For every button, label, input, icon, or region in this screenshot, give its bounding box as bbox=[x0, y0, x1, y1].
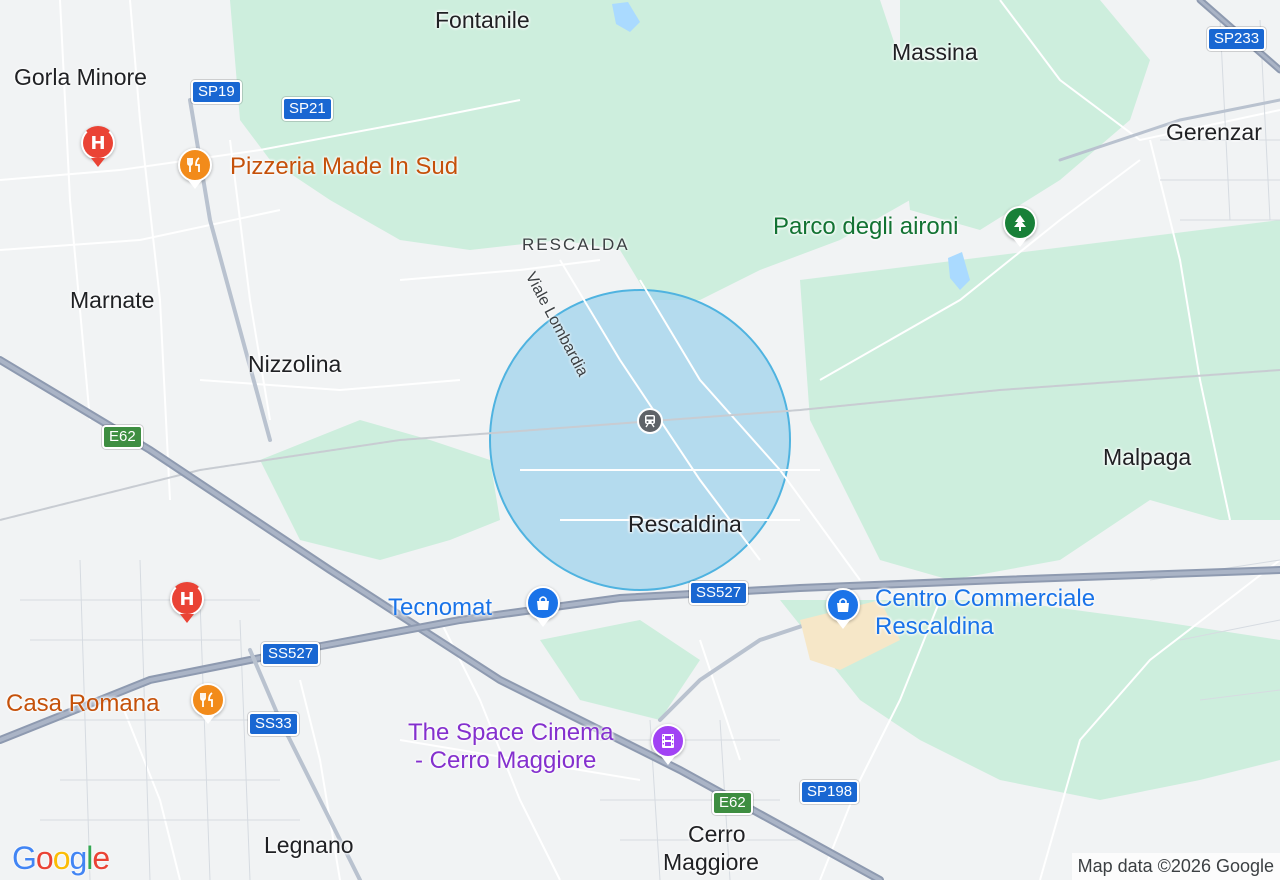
shopping-bag-icon[interactable] bbox=[826, 588, 860, 629]
poi-cinema-label-line2[interactable]: - Cerro Maggiore bbox=[415, 749, 596, 773]
search-radius bbox=[489, 289, 791, 591]
road-shield-e62-west: E62 bbox=[102, 425, 143, 449]
place-marnate: Marnate bbox=[70, 287, 155, 313]
train-station-icon[interactable] bbox=[637, 408, 663, 434]
film-icon[interactable] bbox=[651, 724, 685, 765]
map-base-layer bbox=[0, 0, 1280, 880]
shopping-bag-icon[interactable] bbox=[526, 586, 560, 627]
poi-pizzeria-label[interactable]: Pizzeria Made In Sud bbox=[230, 155, 458, 179]
road-shield-sp198: SP198 bbox=[800, 780, 860, 804]
hospital-icon[interactable]: H bbox=[81, 126, 115, 167]
hospital-icon[interactable]: H bbox=[170, 582, 204, 623]
place-cerro-maggiore-line1: Cerro bbox=[688, 821, 746, 847]
place-gorla-minore: Gorla Minore bbox=[14, 64, 147, 90]
restaurant-icon[interactable] bbox=[191, 683, 225, 724]
place-cerro-maggiore-line2: Maggiore bbox=[663, 849, 759, 875]
place-rescaldina: Rescaldina bbox=[628, 511, 742, 537]
place-massina: Massina bbox=[892, 39, 978, 65]
poi-centro-label-line1[interactable]: Centro Commerciale bbox=[875, 587, 1095, 611]
road-shield-sp19: SP19 bbox=[191, 80, 242, 104]
place-legnano: Legnano bbox=[264, 832, 354, 858]
poi-centro-label-line2[interactable]: Rescaldina bbox=[875, 615, 994, 639]
road-shield-ss527-west: SS527 bbox=[261, 642, 321, 666]
google-logo: Google bbox=[12, 840, 110, 876]
map-canvas[interactable]: Fontanile Massina Gorla Minore Gerenzar … bbox=[0, 0, 1280, 880]
poi-tecnomat-label[interactable]: Tecnomat bbox=[388, 596, 492, 620]
map-attribution[interactable]: Map data ©2026 Google bbox=[1071, 853, 1280, 880]
place-gerenzano: Gerenzar bbox=[1166, 119, 1262, 145]
place-malpaga: Malpaga bbox=[1103, 444, 1192, 470]
poi-cinema-label-line1[interactable]: The Space Cinema bbox=[408, 721, 613, 745]
place-fontanile: Fontanile bbox=[435, 7, 530, 33]
road-shield-ss527-center: SS527 bbox=[689, 581, 749, 605]
road-shield-sp233: SP233 bbox=[1207, 27, 1267, 51]
restaurant-icon[interactable] bbox=[178, 148, 212, 189]
place-rescalda: RESCALDA bbox=[522, 235, 630, 254]
place-nizzolina: Nizzolina bbox=[248, 351, 342, 377]
tree-icon[interactable] bbox=[1003, 206, 1037, 247]
road-shield-ss33: SS33 bbox=[248, 712, 299, 736]
road-shield-sp21: SP21 bbox=[282, 97, 333, 121]
poi-casa-romana-label[interactable]: Casa Romana bbox=[6, 692, 159, 716]
poi-parco-label[interactable]: Parco degli aironi bbox=[773, 215, 958, 239]
road-shield-e62-south: E62 bbox=[712, 791, 753, 815]
